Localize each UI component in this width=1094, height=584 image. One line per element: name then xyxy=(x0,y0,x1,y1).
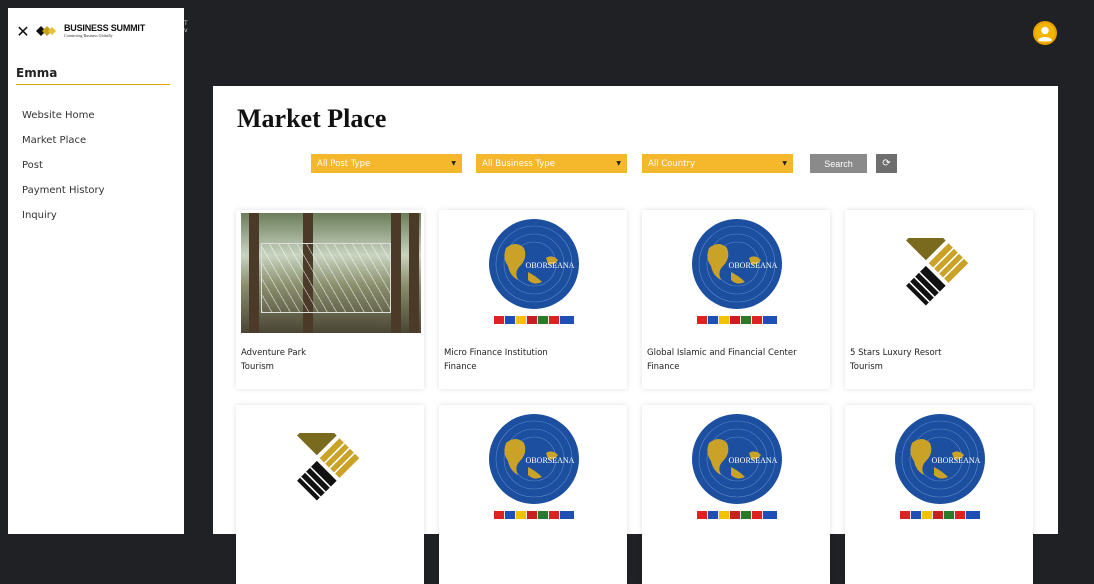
product-image xyxy=(241,213,421,333)
user-icon xyxy=(1037,26,1053,42)
country-value: All Country xyxy=(648,158,696,169)
country-select[interactable]: All Country ▼ xyxy=(642,154,793,173)
business-type-value: All Business Type xyxy=(482,158,555,169)
chevron-down-icon: ▼ xyxy=(451,160,456,167)
brand-logo[interactable]: BUSINESS SUMMIT Connecting Business Glob… xyxy=(64,24,145,38)
product-card[interactable]: OBORSEANA xyxy=(642,405,830,584)
chevron-down-icon: ▼ xyxy=(616,160,621,167)
business-type-select[interactable]: All Business Type ▼ xyxy=(476,154,627,173)
business-summit-logo-icon xyxy=(906,238,969,306)
oborseana-logo-icon: OBORSEANA xyxy=(489,414,579,519)
product-name: Micro Finance Institution xyxy=(444,348,548,358)
product-card[interactable]: OBORSEANA xyxy=(439,405,627,584)
header-clipped-text: T v xyxy=(184,20,188,34)
product-name: 5 Stars Luxury Resort xyxy=(850,348,942,358)
sidebar-item-inquiry[interactable]: Inquiry xyxy=(8,203,184,228)
oborseana-logo-icon: OBORSEANA xyxy=(895,414,985,519)
sidebar-item-payment-history[interactable]: Payment History xyxy=(8,178,184,203)
product-card[interactable]: OBORSEANA xyxy=(845,405,1033,584)
product-card[interactable]: 5 Stars Luxury Resort Tourism xyxy=(845,210,1033,389)
main-content: Market Place All Post Type ▼ All Busines… xyxy=(213,86,1058,584)
product-image: OBORSEANA xyxy=(444,408,624,528)
product-type: Tourism xyxy=(850,362,883,372)
product-name: Global Islamic and Financial Center xyxy=(647,348,797,358)
refresh-button[interactable]: ⟳ xyxy=(876,154,897,173)
product-card[interactable]: OBORSEANA Global Islamic and Financial C… xyxy=(642,210,830,389)
product-card[interactable] xyxy=(236,405,424,584)
post-type-value: All Post Type xyxy=(317,158,371,169)
sidebar-menu: Website Home Market Place Post Payment H… xyxy=(8,103,184,228)
brand-subtitle: Connecting Business Globally xyxy=(64,33,113,38)
brand-logo-icon xyxy=(36,26,56,36)
svg-text:OBORSEANA: OBORSEANA xyxy=(526,456,575,465)
product-image: OBORSEANA xyxy=(647,213,827,333)
product-type: Finance xyxy=(444,362,477,372)
post-type-select[interactable]: All Post Type ▼ xyxy=(311,154,462,173)
user-avatar-button[interactable] xyxy=(1033,21,1057,45)
product-name: Adventure Park xyxy=(241,348,307,358)
product-card[interactable]: Adventure Park Tourism xyxy=(236,210,424,389)
product-image: OBORSEANA xyxy=(444,213,624,333)
product-image xyxy=(850,213,1030,333)
adventure-park-photo xyxy=(241,213,421,333)
chevron-down-icon: ▼ xyxy=(782,160,787,167)
sidebar-item-website-home[interactable]: Website Home xyxy=(8,103,184,128)
refresh-icon: ⟳ xyxy=(882,158,891,169)
product-image xyxy=(241,408,421,528)
page-title: Market Place xyxy=(237,104,387,133)
filter-bar: All Post Type ▼ All Business Type ▼ All … xyxy=(311,154,897,173)
oborseana-logo-icon: OBORSEANA xyxy=(489,219,579,324)
svg-text:OBORSEANA: OBORSEANA xyxy=(729,261,778,270)
search-button[interactable]: Search xyxy=(810,154,867,173)
product-image: OBORSEANA xyxy=(647,408,827,528)
product-type: Tourism xyxy=(241,362,274,372)
brand-title: BUSINESS SUMMIT xyxy=(64,23,146,33)
product-type: Finance xyxy=(647,362,680,372)
sidebar-header: ✕ BUSINESS SUMMIT Connecting Business Gl… xyxy=(8,8,184,54)
svg-text:OBORSEANA: OBORSEANA xyxy=(932,456,981,465)
sidebar-item-market-place[interactable]: Market Place xyxy=(8,128,184,153)
oborseana-logo-icon: OBORSEANA xyxy=(692,219,782,324)
product-grid: Adventure Park Tourism OBORSEANA Micro Fi… xyxy=(236,210,1033,584)
close-icon[interactable]: ✕ xyxy=(16,22,30,41)
svg-text:OBORSEANA: OBORSEANA xyxy=(526,261,575,270)
svg-text:OBORSEANA: OBORSEANA xyxy=(729,456,778,465)
sidebar-item-post[interactable]: Post xyxy=(8,153,184,178)
oborseana-logo-icon: OBORSEANA xyxy=(692,414,782,519)
sidebar: ✕ BUSINESS SUMMIT Connecting Business Gl… xyxy=(8,8,184,534)
sidebar-username: Emma xyxy=(16,66,170,85)
product-image: OBORSEANA xyxy=(850,408,1030,528)
business-summit-logo-icon xyxy=(297,433,360,501)
product-card[interactable]: OBORSEANA Micro Finance Institution Finan… xyxy=(439,210,627,389)
